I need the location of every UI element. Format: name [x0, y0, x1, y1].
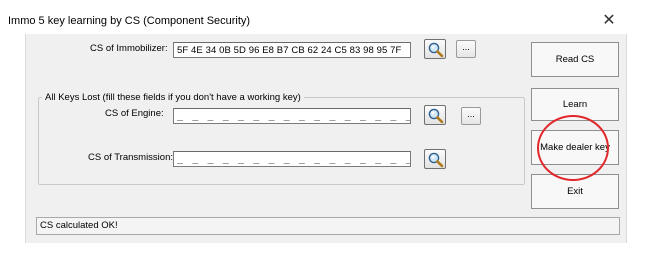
transmission-cs-field[interactable]: _ _ _ _ _ _ _ _ _ _ _ _ _ _ _ _: [173, 151, 411, 167]
exit-button[interactable]: Exit: [531, 174, 619, 209]
make-dealer-key-button[interactable]: Make dealer key: [531, 130, 619, 165]
engine-search-button[interactable]: [424, 105, 446, 125]
engine-cs-field[interactable]: _ _ _ _ _ _ _ _ _ _ _ _ _ _ _ _: [173, 108, 411, 124]
magnifier-icon: [428, 42, 444, 58]
close-icon[interactable]: ✕: [598, 12, 620, 30]
window-title: Immo 5 key learning by CS (Component Sec…: [8, 15, 251, 27]
dialog-body: CS of Immobilizer: 5F 4E 34 0B 5D 96 E8 …: [25, 34, 627, 243]
transmission-label: CS of Transmission:: [88, 152, 173, 163]
magnifier-icon: [428, 108, 444, 124]
engine-label: CS of Engine:: [105, 108, 164, 119]
engine-browse-button[interactable]: ...: [461, 107, 481, 125]
all-keys-lost-group-label: All Keys Lost (fill these fields if you …: [42, 92, 304, 103]
status-bar: CS calculated OK!: [36, 217, 620, 235]
magnifier-icon: [428, 152, 444, 168]
immobilizer-cs-field[interactable]: 5F 4E 34 0B 5D 96 E8 B7 CB 62 24 C5 83 9…: [173, 42, 411, 58]
read-cs-button[interactable]: Read CS: [531, 42, 619, 77]
learn-button[interactable]: Learn: [531, 88, 619, 121]
immobilizer-browse-button[interactable]: ...: [456, 40, 476, 58]
immobilizer-label: CS of Immobilizer:: [90, 43, 168, 54]
immobilizer-search-button[interactable]: [424, 39, 446, 59]
title-bar: Immo 5 key learning by CS (Component Sec…: [0, 0, 650, 34]
transmission-search-button[interactable]: [424, 149, 446, 169]
